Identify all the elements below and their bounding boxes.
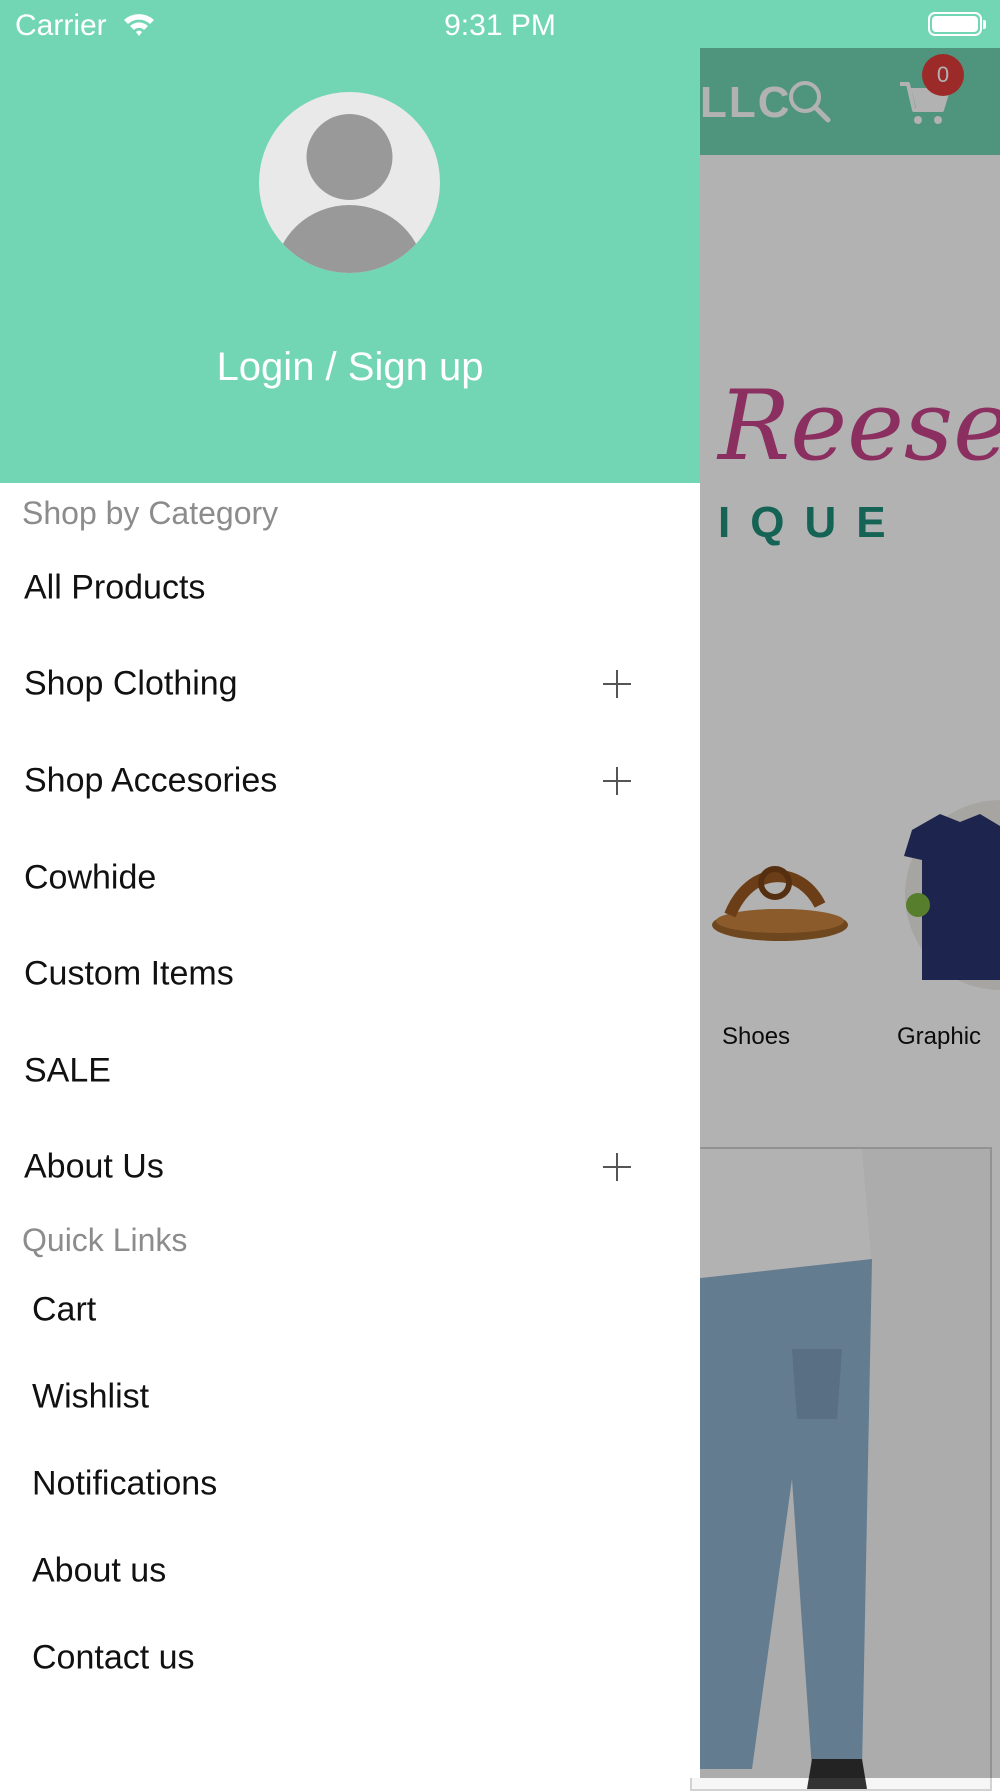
quick-link-label: Cart	[32, 1290, 97, 1329]
battery-icon	[928, 12, 986, 36]
expand-plus-icon[interactable]	[602, 669, 632, 699]
quick-link-wishlist[interactable]: Wishlist	[0, 1354, 700, 1440]
quick-link-contact-us[interactable]: Contact us	[0, 1615, 700, 1701]
quick-link-label: About us	[32, 1551, 167, 1590]
quick-link-label: Contact us	[32, 1638, 195, 1677]
menu-item-label: Cowhide	[24, 858, 157, 897]
login-signup-link[interactable]: Login / Sign up	[0, 345, 700, 390]
quick-link-label: Wishlist	[32, 1377, 150, 1416]
navigation-drawer: Login / Sign up Shop by Category All Pro…	[0, 0, 700, 1778]
quick-link-about-us[interactable]: About us	[0, 1528, 700, 1614]
menu-item-custom-items[interactable]: Custom Items	[0, 926, 700, 1022]
drawer-profile-header: Login / Sign up	[0, 0, 700, 483]
status-bar: Carrier 9:31 PM	[0, 0, 1000, 48]
menu-item-sale[interactable]: SALE	[0, 1023, 700, 1119]
menu-item-shop-accesories[interactable]: Shop Accesories	[0, 733, 700, 829]
section-title-shop-by-category: Shop by Category	[22, 495, 279, 531]
menu-item-label: SALE	[24, 1051, 111, 1090]
menu-item-label: Shop Clothing	[24, 664, 238, 703]
menu-item-label: All Products	[24, 568, 206, 607]
quick-link-notifications[interactable]: Notifications	[0, 1441, 700, 1527]
menu-item-label: About Us	[24, 1147, 164, 1186]
menu-item-label: Shop Accesories	[24, 761, 278, 800]
menu-item-shop-clothing[interactable]: Shop Clothing	[0, 636, 700, 732]
avatar-icon[interactable]	[259, 92, 440, 273]
quick-link-label: Notifications	[32, 1464, 218, 1503]
expand-plus-icon[interactable]	[602, 1152, 632, 1182]
section-title-quick-links: Quick Links	[22, 1222, 188, 1258]
menu-item-about-us[interactable]: About Us	[0, 1119, 700, 1215]
clock: 9:31 PM	[444, 9, 556, 42]
menu-item-all-products[interactable]: All Products	[0, 540, 700, 636]
menu-item-cowhide[interactable]: Cowhide	[0, 830, 700, 926]
quick-link-cart[interactable]: Cart	[0, 1267, 700, 1353]
menu-item-label: Custom Items	[24, 954, 234, 993]
expand-plus-icon[interactable]	[602, 766, 632, 796]
